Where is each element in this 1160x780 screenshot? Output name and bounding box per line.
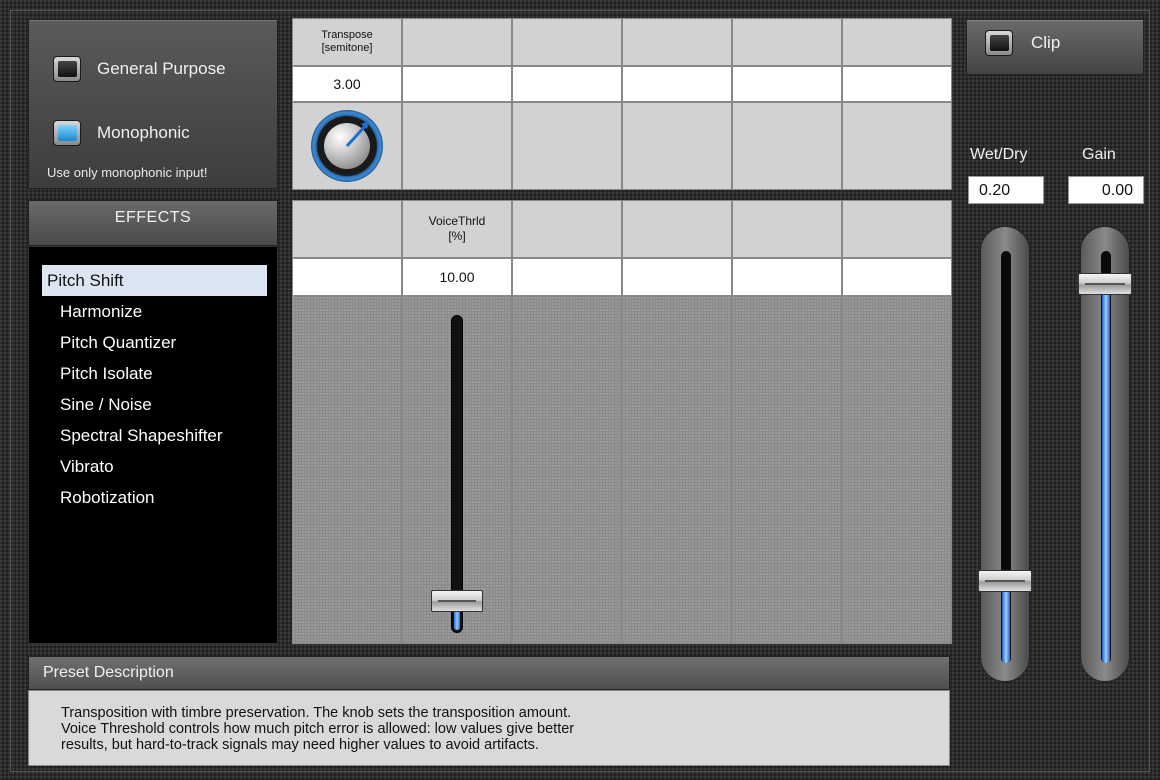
gain-value[interactable]: 0.00 — [1068, 176, 1144, 204]
clip-checkbox[interactable] — [985, 30, 1013, 56]
mode-panel: General Purpose Monophonic Use only mono… — [28, 19, 278, 189]
voice-threshold-track[interactable] — [451, 315, 463, 633]
preset-description-line: results, but hard-to-track signals may n… — [61, 737, 539, 753]
gain-fill — [1102, 284, 1110, 663]
effect-item-pitch-shift[interactable]: Pitch Shift — [42, 265, 267, 296]
voice-threshold-value[interactable]: 10.00 — [402, 258, 512, 296]
empty-value-cell — [842, 258, 952, 296]
empty-fader-cell — [842, 296, 952, 644]
effect-item-vibrato[interactable]: Vibrato — [42, 451, 267, 482]
monophonic-note: Use only monophonic input! — [47, 165, 208, 180]
effects-header: EFFECTS — [28, 200, 278, 246]
empty-header-cell — [512, 18, 622, 66]
empty-header-cell — [842, 18, 952, 66]
preset-description-line: Transposition with timbre preservation. … — [61, 705, 572, 721]
empty-header-cell — [842, 200, 952, 258]
clip-label: Clip — [1031, 33, 1061, 52]
effect-item-harmonize[interactable]: Harmonize — [42, 296, 267, 327]
empty-fader-cell — [732, 296, 842, 644]
empty-value-cell — [292, 258, 402, 296]
empty-control-cell — [732, 102, 842, 190]
empty-control-cell — [402, 102, 512, 190]
empty-value-cell — [842, 66, 952, 102]
transpose-knob-cell — [292, 102, 402, 190]
effect-item-pitch-quantizer[interactable]: Pitch Quantizer — [42, 327, 267, 358]
general-purpose-label: General Purpose — [97, 59, 226, 78]
top-parameter-grid: Transpose [semitone] 3.00 — [292, 18, 952, 190]
empty-value-cell — [512, 258, 622, 296]
wet-dry-fill — [1002, 581, 1010, 663]
empty-control-cell — [512, 102, 622, 190]
clip-toggle[interactable]: Clip — [966, 19, 1144, 75]
empty-value-cell — [622, 258, 732, 296]
empty-value-cell — [512, 66, 622, 102]
empty-value-cell — [732, 258, 842, 296]
wet-dry-track — [1001, 251, 1011, 663]
empty-header-cell — [732, 18, 842, 66]
wet-dry-label: Wet/Dry — [970, 146, 1028, 163]
effects-list[interactable]: Pitch Shift Harmonize Pitch Quantizer Pi… — [28, 246, 278, 644]
preset-description-header: Preset Description — [28, 656, 950, 690]
monophonic-label: Monophonic — [97, 123, 190, 142]
empty-control-cell — [622, 102, 732, 190]
transpose-value[interactable]: 3.00 — [292, 66, 402, 102]
wet-dry-handle[interactable] — [978, 570, 1032, 592]
effect-item-spectral-shapeshifter[interactable]: Spectral Shapeshifter — [42, 420, 267, 451]
monophonic-toggle[interactable]: Monophonic — [53, 120, 190, 146]
empty-value-cell — [732, 66, 842, 102]
empty-header-cell — [292, 200, 402, 258]
empty-header-cell — [512, 200, 622, 258]
wet-dry-fader[interactable] — [978, 226, 1032, 682]
bottom-parameter-grid: VoiceThrld [%] 10.00 — [292, 200, 952, 644]
empty-fader-cell — [292, 296, 402, 644]
preset-description-body: Transposition with timbre preservation. … — [28, 690, 950, 766]
transpose-knob[interactable] — [311, 110, 383, 182]
preset-description-line: Voice Threshold controls how much pitch … — [61, 721, 575, 737]
gain-track — [1101, 251, 1111, 663]
monophonic-checkbox[interactable] — [53, 120, 81, 146]
gain-fader[interactable] — [1078, 226, 1132, 682]
empty-header-cell — [622, 18, 732, 66]
empty-header-cell — [622, 200, 732, 258]
empty-value-cell — [622, 66, 732, 102]
voice-threshold-fader-cell — [402, 296, 512, 644]
empty-fader-cell — [622, 296, 732, 644]
effect-item-pitch-isolate[interactable]: Pitch Isolate — [42, 358, 267, 389]
empty-value-cell — [402, 66, 512, 102]
effect-item-sine-noise[interactable]: Sine / Noise — [42, 389, 267, 420]
knob-pointer-icon — [345, 121, 369, 148]
empty-header-cell — [732, 200, 842, 258]
empty-control-cell — [842, 102, 952, 190]
general-purpose-toggle[interactable]: General Purpose — [53, 56, 226, 82]
transpose-header: Transpose [semitone] — [292, 18, 402, 66]
voice-threshold-handle[interactable] — [431, 590, 483, 612]
wet-dry-value[interactable]: 0.20 — [968, 176, 1044, 204]
general-purpose-checkbox[interactable] — [53, 56, 81, 82]
effect-item-robotization[interactable]: Robotization — [42, 482, 267, 513]
gain-label: Gain — [1082, 146, 1116, 163]
voice-threshold-header: VoiceThrld [%] — [402, 200, 512, 258]
empty-header-cell — [402, 18, 512, 66]
gain-handle[interactable] — [1078, 273, 1132, 295]
empty-fader-cell — [512, 296, 622, 644]
